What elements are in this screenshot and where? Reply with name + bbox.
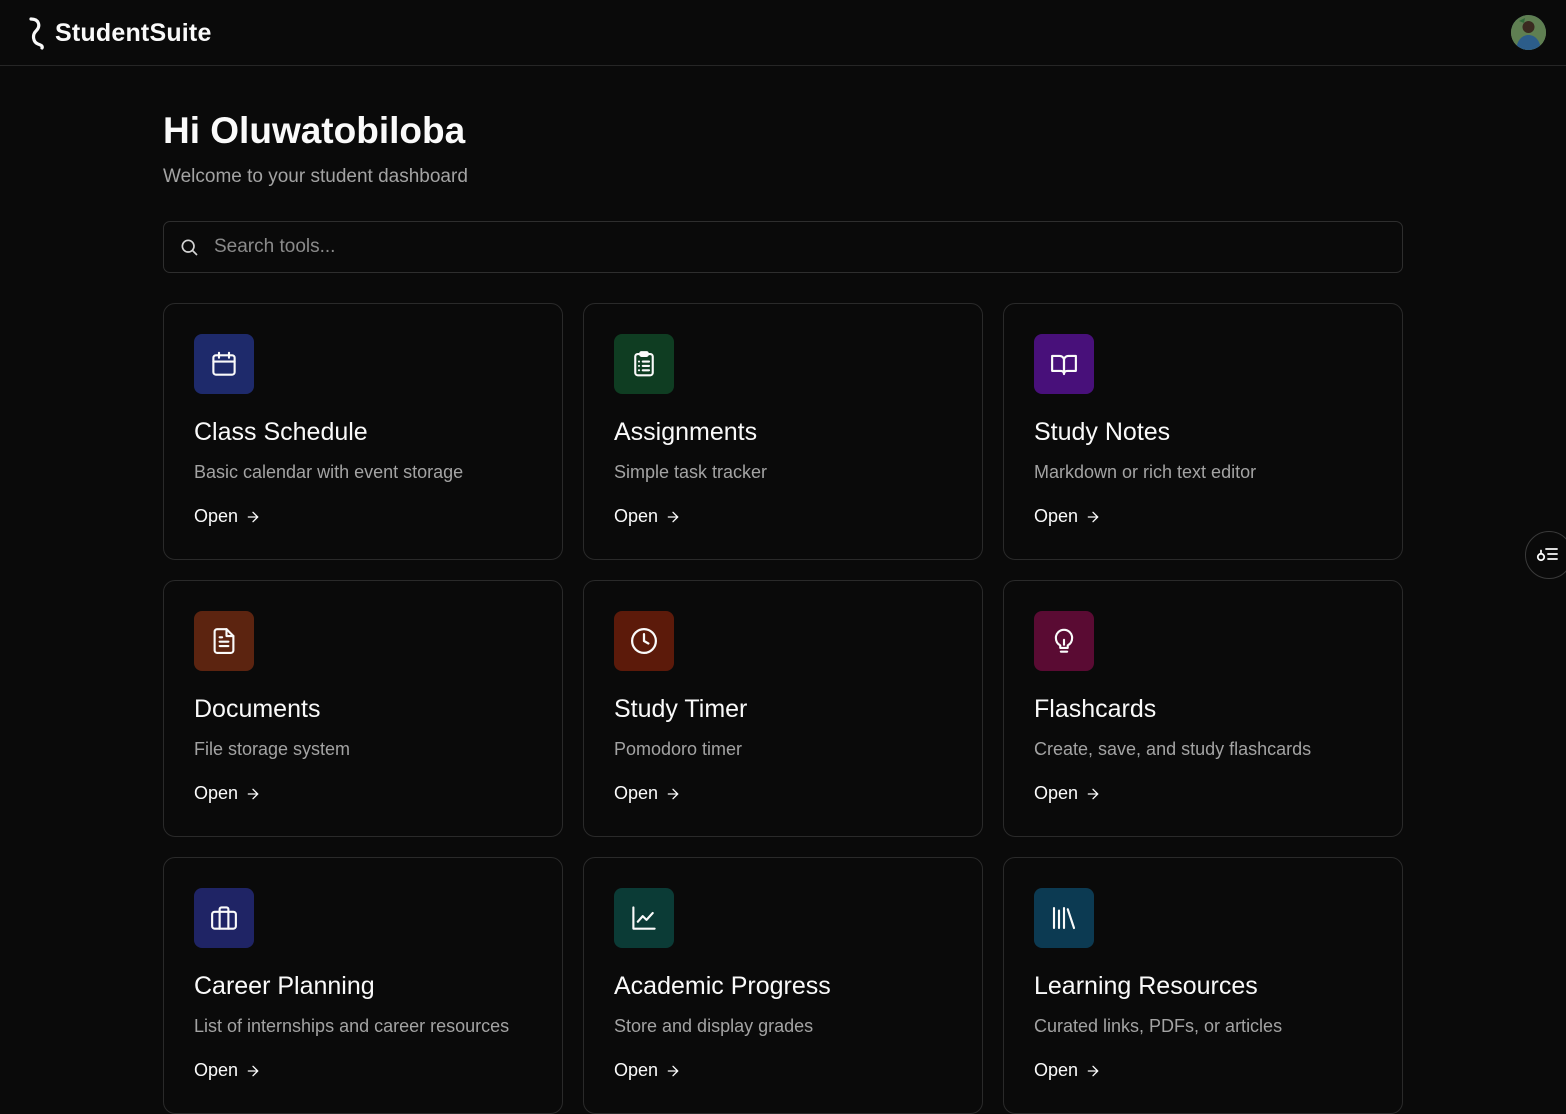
search-icon	[179, 237, 199, 257]
tool-card-class-schedule[interactable]: Class Schedule Basic calendar with event…	[163, 303, 563, 560]
lightbulb-icon	[1054, 628, 1074, 653]
card-title: Academic Progress	[614, 972, 831, 1000]
tool-card-study-notes[interactable]: Study Notes Markdown or rich text editor…	[1003, 303, 1403, 560]
open-label: Open	[1034, 1060, 1079, 1080]
top-navbar: StudentSuite	[0, 0, 1566, 66]
open-link[interactable]: Open	[1034, 1060, 1101, 1081]
card-title: Assignments	[614, 418, 758, 446]
library-icon	[1052, 906, 1076, 930]
open-link[interactable]: Open	[614, 506, 681, 527]
arrow-right-icon	[1087, 1065, 1099, 1076]
page-title: Hi Oluwatobiloba	[163, 110, 466, 151]
card-description: Basic calendar with event storage	[194, 462, 464, 482]
open-link[interactable]: Open	[614, 783, 681, 804]
search-input[interactable]	[214, 222, 1402, 272]
calendar-icon	[212, 351, 236, 376]
card-title: Documents	[194, 695, 321, 723]
app-name: StudentSuite	[55, 18, 212, 47]
tool-card-study-timer[interactable]: Study Timer Pomodoro timer Open	[583, 580, 983, 837]
side-widget-button[interactable]	[1525, 531, 1566, 579]
arrow-right-icon	[667, 1065, 679, 1076]
card-description: List of internships and career resources	[194, 1016, 510, 1036]
open-link[interactable]: Open	[1034, 783, 1101, 804]
clock-icon	[631, 628, 657, 654]
arrow-right-icon	[247, 788, 259, 799]
card-description: Store and display grades	[614, 1016, 814, 1036]
user-avatar[interactable]	[1511, 15, 1546, 50]
card-title: Flashcards	[1034, 695, 1157, 723]
tool-card-assignments[interactable]: Assignments Simple task tracker Open	[583, 303, 983, 560]
open-link[interactable]: Open	[194, 1060, 261, 1081]
tool-card-career-planning[interactable]: Career Planning List of internships and …	[163, 857, 563, 1114]
card-description: Simple task tracker	[614, 462, 768, 482]
card-title: Career Planning	[194, 972, 375, 1000]
open-label: Open	[614, 1060, 659, 1080]
open-label: Open	[1034, 506, 1079, 526]
tool-icon-tile	[614, 888, 674, 948]
search-bar	[163, 221, 1403, 273]
tool-card-learning-resources[interactable]: Learning Resources Curated links, PDFs, …	[1003, 857, 1403, 1114]
tool-icon-tile	[1034, 611, 1094, 671]
tool-card-flashcards[interactable]: Flashcards Create, save, and study flash…	[1003, 580, 1403, 837]
open-link[interactable]: Open	[614, 1060, 681, 1081]
briefcase-icon	[211, 906, 237, 930]
tool-icon-tile	[614, 611, 674, 671]
open-label: Open	[1034, 783, 1079, 803]
open-label: Open	[614, 506, 659, 526]
open-link[interactable]: Open	[194, 783, 261, 804]
line-chart-icon	[632, 906, 656, 930]
arrow-right-icon	[1087, 511, 1099, 522]
card-title: Study Notes	[1034, 418, 1171, 446]
card-description: Markdown or rich text editor	[1034, 462, 1257, 482]
card-title: Learning Resources	[1034, 972, 1258, 1000]
card-description: Create, save, and study flashcards	[1034, 739, 1312, 759]
arrow-right-icon	[247, 1065, 259, 1076]
card-description: Pomodoro timer	[614, 739, 743, 759]
arrow-right-icon	[667, 511, 679, 522]
clipboard-list-icon	[634, 351, 654, 377]
tool-icon-tile	[614, 334, 674, 394]
tool-icon-tile	[1034, 888, 1094, 948]
tool-card-documents[interactable]: Documents File storage system Open	[163, 580, 563, 837]
book-open-icon	[1051, 354, 1077, 376]
open-label: Open	[194, 783, 239, 803]
card-title: Class Schedule	[194, 418, 368, 446]
card-description: File storage system	[194, 739, 351, 759]
card-title: Study Timer	[614, 695, 748, 723]
wave-logo-icon	[29, 17, 44, 50]
open-label: Open	[614, 783, 659, 803]
brand-logo[interactable]: StudentSuite	[27, 16, 212, 50]
card-description: Curated links, PDFs, or articles	[1034, 1016, 1283, 1036]
page-subtitle: Welcome to your student dashboard	[163, 166, 468, 187]
tool-icon-tile	[1034, 334, 1094, 394]
tool-icon-tile	[194, 888, 254, 948]
avatar-image	[1511, 15, 1546, 50]
tool-card-academic-progress[interactable]: Academic Progress Store and display grad…	[583, 857, 983, 1114]
file-text-icon	[213, 628, 235, 654]
arrow-right-icon	[1087, 788, 1099, 799]
tool-icon-tile	[194, 334, 254, 394]
list-settings-icon	[1536, 548, 1558, 562]
arrow-right-icon	[247, 511, 259, 522]
arrow-right-icon	[667, 788, 679, 799]
open-link[interactable]: Open	[1034, 506, 1101, 527]
open-label: Open	[194, 1060, 239, 1080]
open-label: Open	[194, 506, 239, 526]
open-link[interactable]: Open	[194, 506, 261, 527]
tool-icon-tile	[194, 611, 254, 671]
